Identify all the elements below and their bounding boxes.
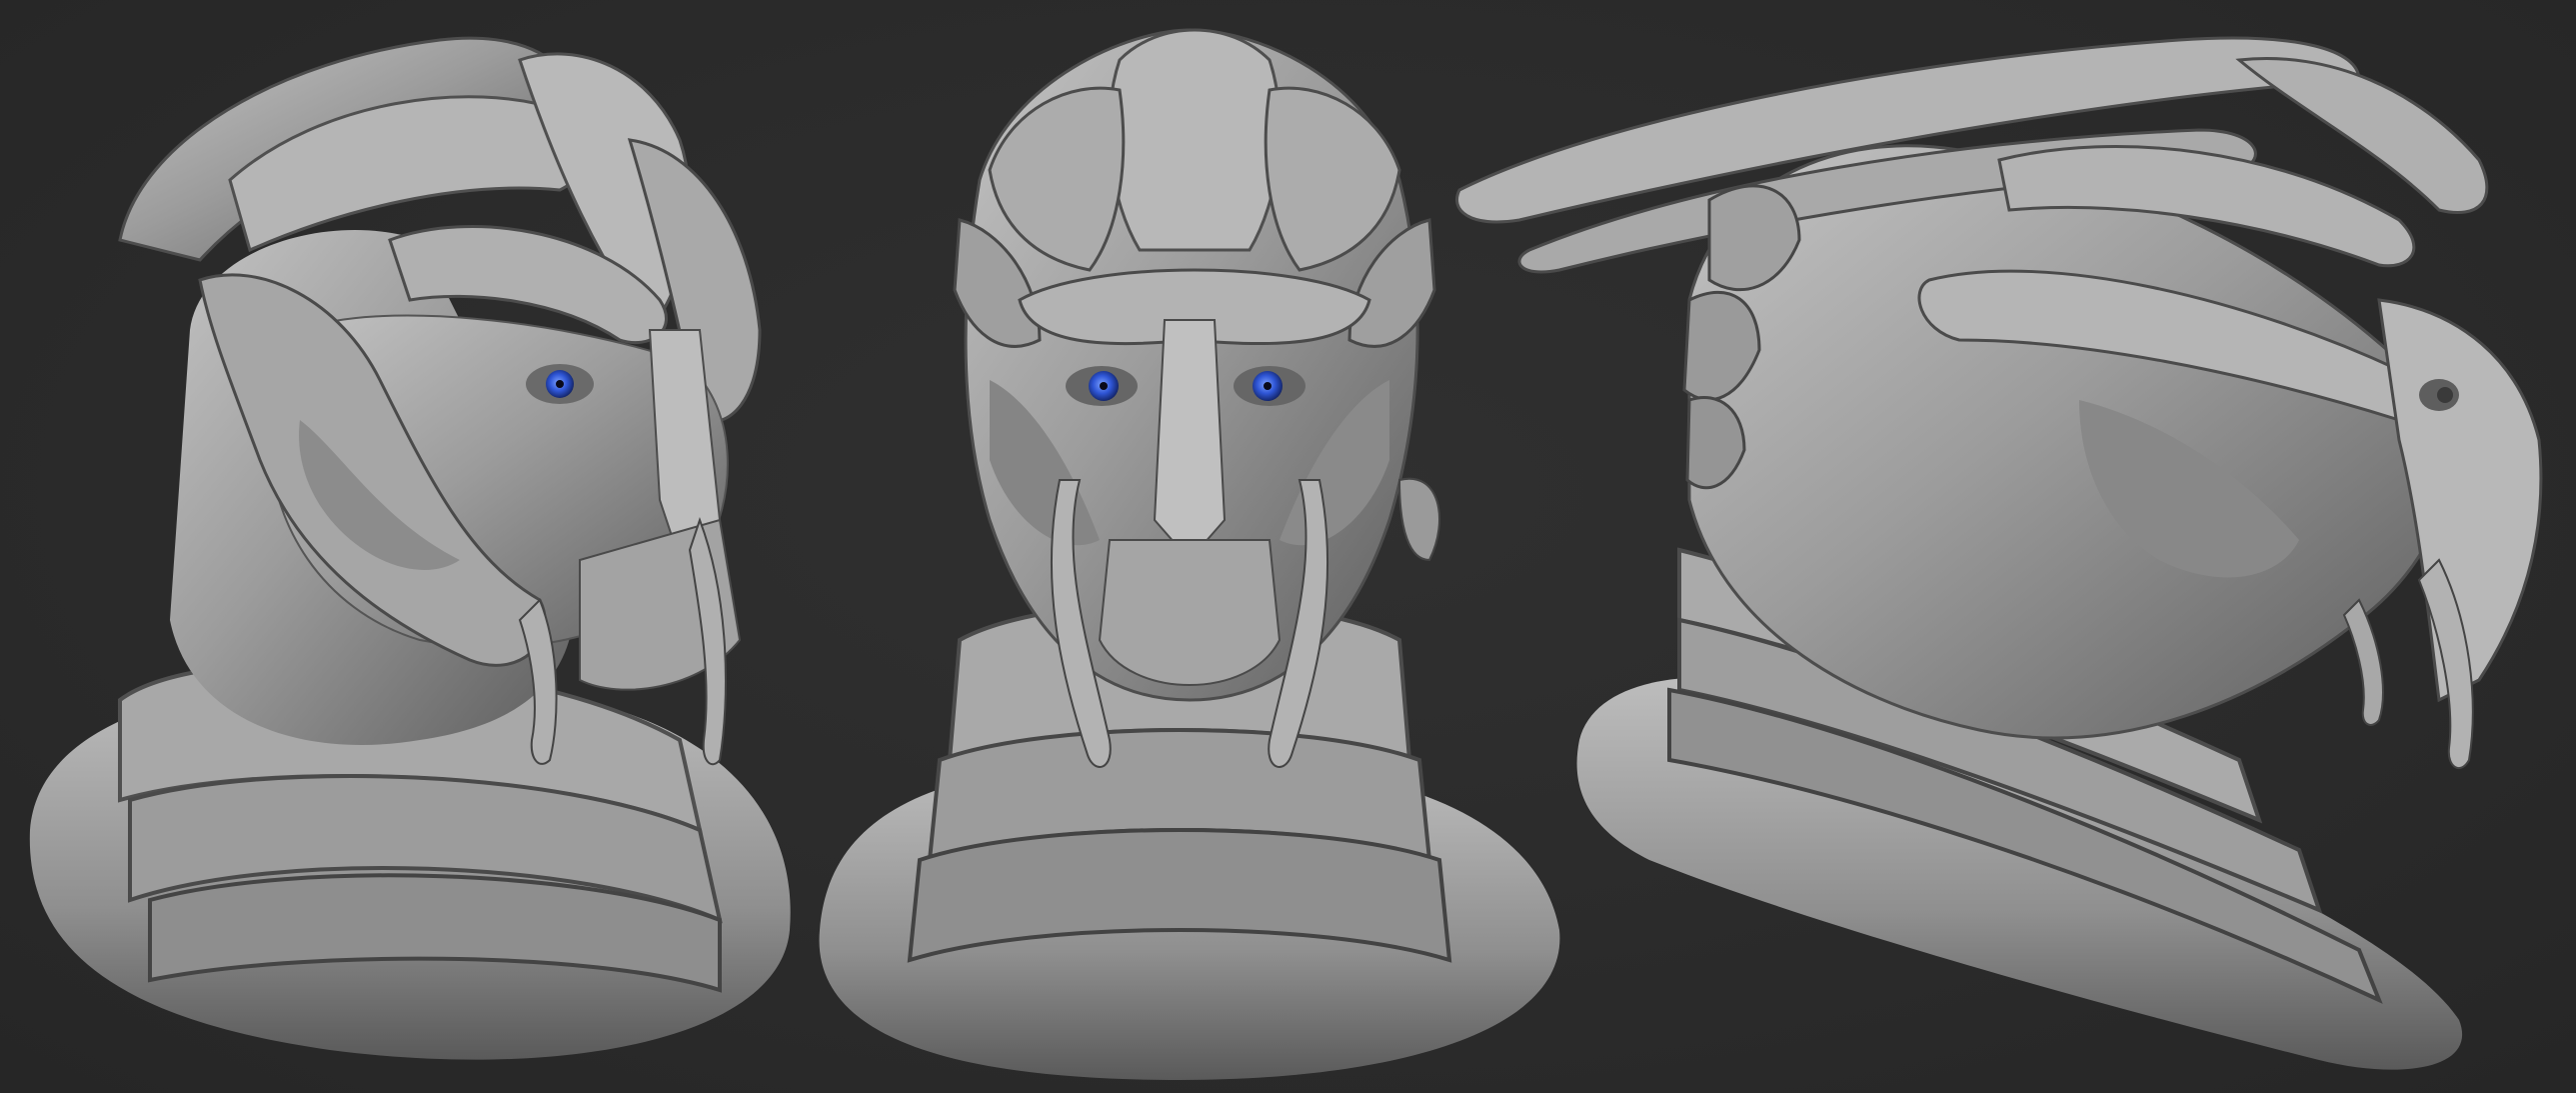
mandible-outer-right [1397,477,1440,562]
eye [2437,387,2453,403]
bust-front-view [819,28,1560,1080]
mouth-plate [1098,539,1282,686]
bust-three-quarter-view [29,36,791,1060]
eye-pupil [556,380,564,388]
mandible-tusk-inner [2342,598,2384,726]
eye-pupil-right [1264,382,1272,390]
sculpt-render [29,28,2543,1080]
nose-ridge [1153,319,1227,562]
bust-profile-view [1455,36,2543,1070]
eye-pupil-left [1100,382,1108,390]
crest-plate-center [1108,28,1282,252]
render-viewport [0,0,2576,1093]
